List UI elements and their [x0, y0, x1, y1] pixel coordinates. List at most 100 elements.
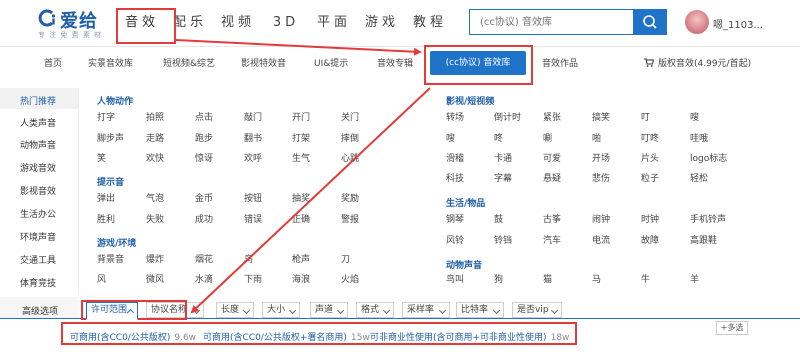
tag-item[interactable]: 打架 [292, 131, 310, 144]
tag-item[interactable]: 金币 [195, 191, 213, 204]
category-life[interactable]: 生活办公 [20, 207, 56, 220]
tag-item[interactable]: 胜利 [97, 212, 115, 225]
tag-item[interactable]: 电流 [592, 233, 610, 246]
category-traffic[interactable]: 交通工具 [20, 253, 56, 266]
nav-game[interactable]: 游戏 [358, 0, 406, 46]
filter-size[interactable]: 大小 [262, 302, 300, 318]
tag-item[interactable]: 搞笑 [592, 110, 610, 123]
tag-item[interactable]: 咚 [494, 131, 503, 144]
tag-item[interactable]: 粒子 [641, 171, 659, 184]
tag-item[interactable]: 叮 [641, 110, 650, 123]
category-environment[interactable]: 环境声音 [20, 230, 56, 243]
tag-item[interactable]: 可爱 [543, 151, 561, 164]
subnav-ui-prompt[interactable]: UI&提示 [314, 47, 348, 81]
tag-item[interactable]: 时钟 [641, 212, 659, 225]
subnav-home[interactable]: 首页 [44, 47, 62, 81]
category-hot[interactable]: 热门推荐 [20, 94, 56, 107]
category-game[interactable]: 游戏音效 [20, 161, 56, 174]
tag-item[interactable]: 鸟 [244, 252, 253, 265]
tag-item[interactable]: 敲门 [244, 110, 262, 123]
tag-item[interactable]: 嗖 [690, 110, 699, 123]
nav-video[interactable]: 视频 [214, 0, 262, 46]
filter-length[interactable]: 长度 [216, 302, 254, 318]
tag-item[interactable]: 啪 [592, 131, 601, 144]
tag-item[interactable]: 风铃 [446, 233, 464, 246]
subnav-short-video[interactable]: 短视频&综艺 [163, 47, 215, 81]
tag-item[interactable]: 火焰 [341, 272, 359, 285]
subnav-film-effects[interactable]: 影视特效音 [241, 47, 286, 81]
category-animal[interactable]: 动物声音 [20, 138, 56, 151]
tag-item[interactable]: 汽车 [543, 233, 561, 246]
tag-item[interactable]: 轻松 [690, 171, 708, 184]
tag-item[interactable]: 欢快 [146, 151, 164, 164]
tag-item[interactable]: 鼓 [494, 212, 503, 225]
tag-item[interactable]: 气泡 [146, 191, 164, 204]
tag-item[interactable]: 脚步声 [97, 131, 124, 144]
tag-item[interactable]: 刀 [341, 252, 350, 265]
tag-item[interactable]: 爆炸 [146, 252, 164, 265]
tag-item[interactable]: 开场 [592, 151, 610, 164]
tag-item[interactable]: 烟花 [195, 252, 213, 265]
filter-vip[interactable]: 是否vip [512, 302, 562, 318]
tag-item[interactable]: 唰 [543, 131, 552, 144]
tag-item[interactable]: 悬疑 [543, 171, 561, 184]
filter-bit-rate[interactable]: 比特率 [456, 302, 504, 318]
nav-graphic[interactable]: 平面 [310, 0, 358, 46]
tag-item[interactable]: 羊 [690, 272, 699, 285]
search-button[interactable] [633, 9, 667, 35]
tag-item[interactable]: 牛 [641, 272, 650, 285]
category-film[interactable]: 影视音效 [20, 184, 56, 197]
nav-tutorial[interactable]: 教程 [406, 0, 454, 46]
tag-item[interactable]: 狗 [494, 272, 503, 285]
subnav-audio-works[interactable]: 音效作品 [542, 47, 578, 81]
tag-item[interactable]: 嗖 [446, 131, 455, 144]
tag-item[interactable]: 字幕 [494, 171, 512, 184]
tag-item[interactable]: 铃铛 [494, 233, 512, 246]
tag-item[interactable]: 海浪 [292, 272, 310, 285]
tag-item[interactable]: 打字 [97, 110, 115, 123]
tag-item[interactable]: 片头 [641, 151, 659, 164]
category-human[interactable]: 人类声音 [20, 116, 56, 129]
tag-item[interactable]: 鸟叫 [446, 272, 464, 285]
tag-item[interactable]: 科技 [446, 171, 464, 184]
tag-item[interactable]: 哇哦 [690, 131, 708, 144]
category-sports[interactable]: 体育竞技 [20, 276, 56, 289]
subnav-real-sound-library[interactable]: 实景音效库 [88, 47, 133, 81]
tag-item[interactable]: 转场 [446, 110, 464, 123]
avatar[interactable] [685, 10, 709, 34]
tag-item[interactable]: 马 [592, 272, 601, 285]
search-input[interactable] [470, 10, 633, 34]
tag-item[interactable]: 成功 [195, 212, 213, 225]
subnav-licensed-audio[interactable]: 版权音效(4.99元/首起) [658, 47, 751, 81]
tag-item[interactable]: 欢呼 [244, 151, 262, 164]
tag-item[interactable]: 水滴 [195, 272, 213, 285]
tag-item[interactable]: 抽奖 [292, 191, 310, 204]
nav-3d[interactable]: 3D [262, 0, 310, 46]
tag-item[interactable]: 翻书 [244, 131, 262, 144]
tag-item[interactable]: 按钮 [244, 191, 262, 204]
tag-item[interactable]: 倒计时 [494, 110, 521, 123]
tag-item[interactable]: 笑 [97, 151, 106, 164]
tag-item[interactable]: 开门 [292, 110, 310, 123]
tag-item[interactable]: 走路 [146, 131, 164, 144]
filter-license-scope[interactable]: 许可范围 [86, 302, 138, 320]
tag-item[interactable]: 微风 [146, 272, 164, 285]
tag-item[interactable]: 警报 [341, 212, 359, 225]
tag-item[interactable]: 下雨 [244, 272, 262, 285]
tag-item[interactable]: 闹钟 [592, 212, 610, 225]
tag-item[interactable]: 跑步 [195, 131, 213, 144]
tag-item[interactable]: 叮咚 [641, 131, 659, 144]
tag-item[interactable]: 错误 [244, 212, 262, 225]
tag-item[interactable]: 正确 [292, 212, 310, 225]
filter-channel[interactable]: 声道 [310, 302, 348, 318]
tag-item[interactable]: 手机铃声 [690, 212, 726, 225]
tag-item[interactable]: 奖励 [341, 191, 359, 204]
tag-item[interactable]: 生气 [292, 151, 310, 164]
tag-item[interactable]: 滑稽 [446, 151, 464, 164]
tag-item[interactable]: 点击 [195, 110, 213, 123]
filter-format[interactable]: 格式 [356, 302, 394, 318]
brand-logo-icon[interactable] [38, 8, 58, 28]
tag-item[interactable]: 高跟鞋 [690, 233, 717, 246]
tag-item[interactable]: 失败 [146, 212, 164, 225]
tag-item[interactable]: 风 [97, 272, 106, 285]
